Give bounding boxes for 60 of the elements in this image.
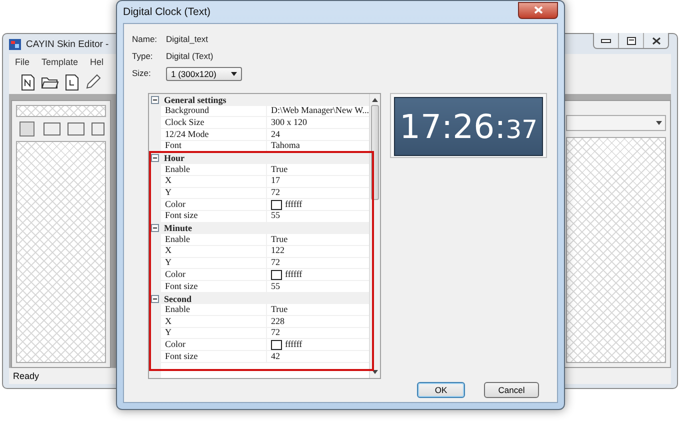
size-select[interactable]: 1 (300x120)	[166, 66, 242, 80]
property-name: Enable	[161, 164, 267, 176]
field-label: Type:	[132, 50, 154, 60]
menu-item[interactable]: Hel	[90, 57, 104, 67]
property-name: Y	[161, 258, 267, 270]
folder-icon[interactable]	[41, 75, 59, 89]
property-name: X	[161, 246, 267, 258]
color-value: ffffff	[285, 269, 302, 280]
maximize-icon	[626, 36, 636, 44]
property-name: Background	[161, 106, 267, 118]
app-icon	[9, 38, 21, 50]
collapse-icon[interactable]	[151, 154, 159, 162]
category-row[interactable]: Hour	[149, 152, 370, 164]
window-title: CAYIN Skin Editor -	[26, 38, 109, 50]
category-label: Hour	[163, 153, 185, 164]
property-name: Font size	[161, 351, 267, 363]
property-name: Font	[161, 140, 267, 152]
property-name: Color	[161, 199, 267, 211]
scroll-up-icon[interactable]	[372, 97, 378, 103]
category-label: General settings	[163, 94, 226, 105]
ok-button[interactable]: OK	[417, 382, 465, 398]
property-name: Enable	[161, 234, 267, 246]
color-value: ffffff	[285, 199, 302, 210]
category-row[interactable]: Second	[149, 292, 370, 304]
menu-item[interactable]: File	[15, 57, 30, 67]
field-label: Name:	[132, 34, 158, 44]
clock-seconds: 37	[506, 117, 538, 142]
property-name: Y	[161, 188, 267, 200]
document-icon[interactable]	[65, 74, 79, 90]
dialog-title: Digital Clock (Text)	[123, 6, 211, 18]
status-text: Ready	[13, 371, 40, 381]
property-name: X	[161, 316, 267, 328]
field-value: Digital (Text)	[166, 50, 214, 60]
property-name: Enable	[161, 304, 267, 316]
property-name: Color	[161, 269, 267, 281]
new-file-icon[interactable]	[21, 74, 35, 90]
category-label: Second	[163, 294, 192, 304]
category-row[interactable]: General settings	[149, 94, 370, 106]
collapse-icon[interactable]	[151, 224, 159, 232]
minimize-icon	[601, 38, 611, 42]
close-icon	[652, 36, 660, 44]
field-value: Digital_text	[166, 34, 208, 44]
property-name: 12/24 Mode	[161, 129, 267, 141]
property-name: Clock Size	[161, 117, 267, 130]
clock-time: 17:26:	[399, 110, 506, 143]
caret-icon	[656, 121, 662, 125]
property-name: X	[161, 176, 267, 188]
property-name: Y	[161, 328, 267, 340]
collapse-icon[interactable]	[151, 294, 159, 303]
category-row[interactable]: Minute	[149, 222, 370, 234]
cancel-button[interactable]: Cancel	[484, 382, 539, 398]
close-icon	[534, 6, 542, 14]
field-label: Size:	[132, 68, 152, 78]
close-button[interactable]	[518, 2, 558, 18]
color-value: ffffff	[285, 339, 302, 350]
category-label: Minute	[163, 223, 192, 234]
menu-item[interactable]: Template	[42, 57, 78, 67]
collapse-icon[interactable]	[151, 96, 159, 104]
pencil-icon[interactable]	[85, 74, 101, 90]
property-name: Color	[161, 339, 267, 352]
